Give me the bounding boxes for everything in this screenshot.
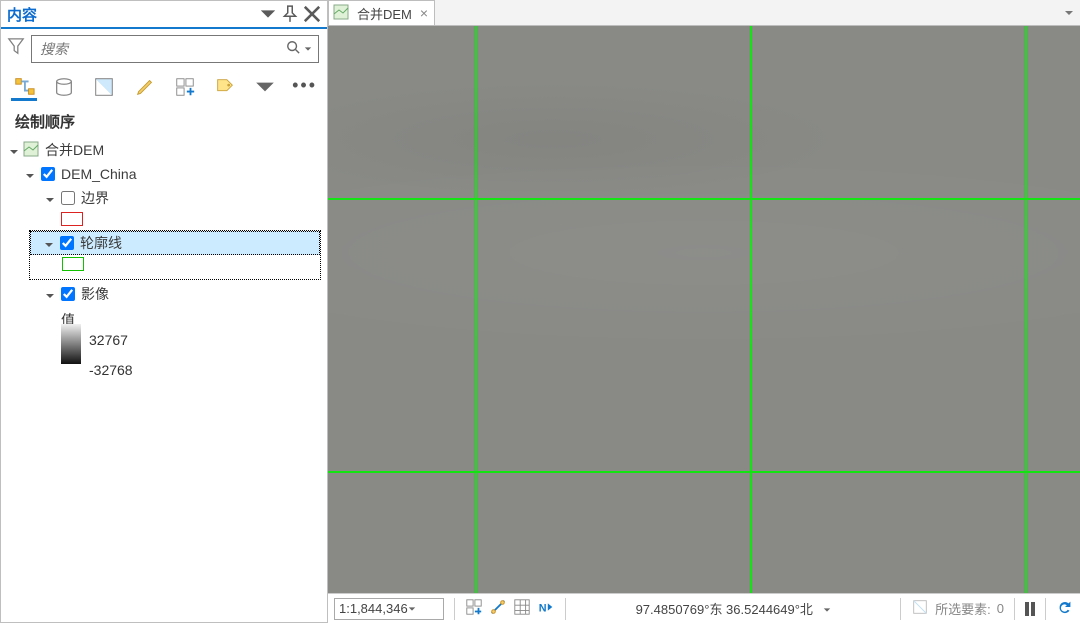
tree-node-map[interactable]: 合并DEM: [5, 138, 327, 162]
contents-panel: 内容 •••: [0, 0, 328, 623]
map-canvas[interactable]: [328, 26, 1080, 593]
tree-label: DEM_China: [59, 166, 136, 182]
search-box[interactable]: [31, 35, 319, 63]
symbol-swatch-green[interactable]: [62, 257, 84, 271]
search-icon[interactable]: [286, 40, 300, 59]
value-block: 值 32767 -32768: [61, 310, 327, 378]
selection-chip-icon[interactable]: [911, 598, 929, 619]
chevron-down-icon[interactable]: [408, 601, 416, 616]
expander-icon[interactable]: [45, 192, 57, 204]
list-by-labeling-button[interactable]: [212, 73, 238, 101]
tree-label: 边界: [79, 188, 109, 208]
visibility-checkbox[interactable]: [61, 191, 75, 205]
selection-label: 所选要素:: [935, 599, 991, 618]
snapping-button[interactable]: [465, 598, 483, 619]
map-tab-strip: 合并DEM ×: [328, 0, 1080, 26]
separator: [1014, 598, 1015, 620]
list-by-drawing-order-button[interactable]: [11, 73, 37, 101]
grid-line: [328, 471, 1080, 473]
tab-close-icon[interactable]: ×: [420, 5, 428, 21]
separator: [454, 598, 455, 620]
value-min: -32768: [89, 362, 133, 378]
dropdown-icon[interactable]: [259, 5, 277, 23]
tree-node-group[interactable]: DEM_China: [5, 162, 327, 186]
constraints-button[interactable]: [489, 598, 507, 619]
svg-text:N: N: [539, 603, 547, 615]
expander-icon[interactable]: [45, 288, 57, 300]
coordinate-readout: 97.4850769°东 36.5244649°北: [576, 599, 890, 618]
tree-node-image[interactable]: 影像: [5, 282, 327, 306]
grayscale-ramp-icon: [61, 324, 81, 364]
separator: [900, 598, 901, 620]
panel-toolbar: •••: [1, 69, 327, 103]
value-title: 值: [61, 310, 327, 330]
tree-label: 轮廓线: [78, 233, 122, 253]
search-row: [1, 29, 327, 69]
filter-icon[interactable]: [7, 36, 25, 63]
grid-button[interactable]: [513, 598, 531, 619]
list-by-editing-button[interactable]: [131, 73, 157, 101]
selected-node-wrap: 轮廓线: [29, 230, 321, 280]
map-icon: [23, 141, 43, 160]
panel-title: 内容: [7, 4, 255, 25]
visibility-checkbox[interactable]: [60, 236, 74, 250]
scale-value: 1:1,844,346: [339, 601, 408, 616]
list-by-snapping-button[interactable]: [172, 73, 198, 101]
tab-overflow-icon[interactable]: [1064, 0, 1080, 25]
pin-icon[interactable]: [281, 5, 299, 23]
separator: [1045, 598, 1046, 620]
tree-node-outline[interactable]: 轮廓线: [30, 231, 320, 255]
value-max: 32767: [89, 332, 133, 348]
map-area: 合并DEM × 1:1,844,346 N 97.4850769°东 36.52…: [328, 0, 1080, 623]
close-icon[interactable]: [303, 5, 321, 23]
panel-body: 绘制顺序 合并DEM DEM_China 边界: [1, 103, 327, 622]
scale-selector[interactable]: 1:1,844,346: [334, 598, 444, 620]
list-by-source-button[interactable]: [51, 73, 77, 101]
layer-tree: 合并DEM DEM_China 边界 轮廓线: [5, 138, 327, 378]
grid-line: [475, 26, 477, 593]
section-title: 绘制顺序: [5, 109, 327, 138]
map-icon: [333, 4, 353, 23]
expander-icon[interactable]: [44, 237, 56, 249]
visibility-checkbox[interactable]: [61, 287, 75, 301]
expander-icon[interactable]: [25, 168, 37, 180]
grid-line: [750, 26, 752, 593]
panel-header: 内容: [1, 1, 327, 29]
search-input[interactable]: [38, 40, 286, 58]
corrections-button[interactable]: N: [537, 598, 555, 619]
tree-node-boundary[interactable]: 边界: [5, 186, 327, 210]
status-bar: 1:1,844,346 N 97.4850769°东 36.5244649°北 …: [328, 593, 1080, 623]
more-options-button[interactable]: •••: [292, 75, 317, 100]
grid-line: [1025, 26, 1027, 593]
tree-label: 影像: [79, 284, 109, 304]
pause-drawing-button[interactable]: [1025, 602, 1035, 616]
grid-line: [328, 198, 1080, 200]
symbol-swatch-red[interactable]: [61, 212, 83, 226]
map-tab-label: 合并DEM: [357, 4, 412, 23]
chevron-down-icon[interactable]: [823, 602, 831, 617]
refresh-button[interactable]: [1056, 598, 1074, 619]
visibility-checkbox[interactable]: [41, 167, 55, 181]
coords-value: 97.4850769°东 36.5244649°北: [636, 602, 813, 617]
expander-icon[interactable]: [9, 144, 21, 156]
search-dropdown-icon[interactable]: [300, 40, 312, 58]
map-tab[interactable]: 合并DEM ×: [328, 0, 435, 25]
tree-label: 合并DEM: [43, 140, 104, 160]
list-by-selection-button[interactable]: [91, 73, 117, 101]
selection-count: 0: [997, 601, 1004, 616]
separator: [565, 598, 566, 620]
chevron-down-icon[interactable]: [252, 73, 278, 101]
